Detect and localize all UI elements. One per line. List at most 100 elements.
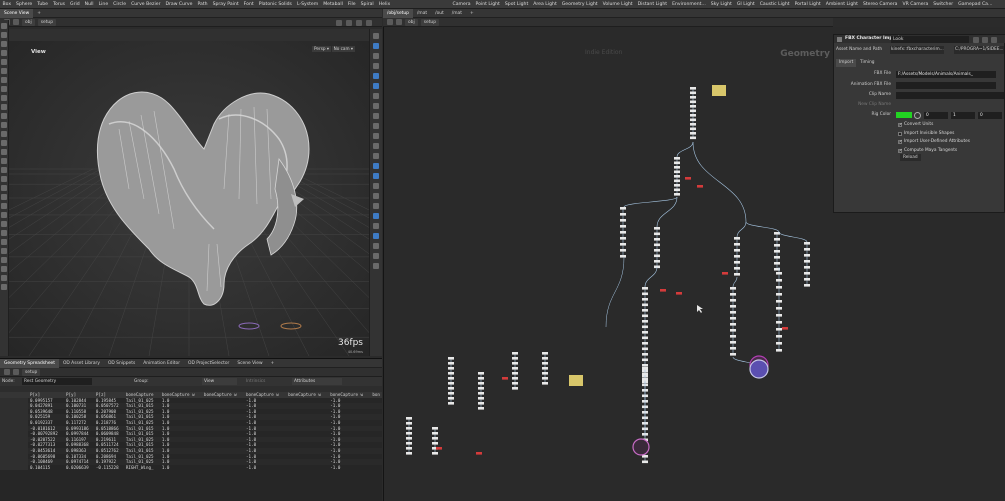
display-option-icon[interactable] (373, 43, 379, 49)
network-node[interactable] (776, 279, 782, 282)
display-option-icon[interactable] (373, 183, 379, 189)
network-node[interactable] (406, 432, 412, 435)
network-node[interactable] (674, 157, 680, 160)
network-node[interactable] (620, 213, 626, 216)
shelf-light-tool-9[interactable]: GI Light (734, 0, 757, 9)
network-node[interactable] (642, 460, 648, 464)
viewport-tool-icon[interactable] (1, 185, 7, 191)
network-node[interactable] (674, 170, 680, 174)
shelf-tool-16[interactable]: File (345, 0, 358, 9)
network-tab-0[interactable]: /obj/setup (383, 8, 413, 18)
option-checkbox[interactable] (898, 121, 903, 129)
network-node[interactable] (804, 278, 810, 281)
option-checkbox[interactable] (898, 147, 903, 155)
network-node[interactable] (432, 432, 438, 435)
node-name-field[interactable]: Look (891, 35, 969, 43)
option-checkbox[interactable] (898, 138, 903, 146)
network-node[interactable] (804, 248, 810, 251)
network-node[interactable] (776, 293, 782, 296)
network-node[interactable] (620, 237, 626, 240)
spreadsheet-tab-4[interactable]: OD ProjectSelector (184, 359, 233, 368)
link-icon[interactable] (346, 19, 352, 26)
tab-timing[interactable]: Timing (857, 59, 878, 67)
network-node[interactable] (642, 364, 648, 367)
viewport-tool-icon[interactable] (1, 59, 7, 65)
viewport-tool-icon[interactable] (1, 230, 7, 236)
attributes-dropdown[interactable]: Attributes (292, 378, 342, 385)
network-node[interactable] (774, 244, 780, 247)
asset-name-field[interactable]: kinefx::fbxcharacterim... (890, 46, 944, 54)
shelf-tool-2[interactable]: Tube (35, 0, 51, 9)
network-node[interactable] (730, 353, 736, 356)
network-node[interactable] (542, 352, 548, 355)
network-node[interactable] (654, 260, 660, 263)
network-node[interactable] (804, 266, 810, 269)
viewport-tool-icon[interactable] (1, 284, 7, 290)
fbx-file-field[interactable]: F:/Assets/Models/Animals/Animals_ (896, 70, 996, 78)
viewport-tool-icon[interactable] (1, 104, 7, 110)
network-node[interactable] (690, 87, 696, 90)
network-node[interactable] (620, 207, 626, 210)
network-tab-1[interactable]: /mat (413, 9, 431, 18)
shelf-tool-13[interactable]: Platonic Solids (256, 0, 294, 9)
display-option-icon[interactable] (373, 263, 379, 269)
shelf-light-tool-4[interactable]: Geometry Light (559, 0, 600, 9)
path-node-chip[interactable]: setup (37, 18, 56, 26)
network-node[interactable] (804, 242, 810, 245)
shelf-tool-17[interactable]: Spiral (358, 0, 376, 9)
network-node[interactable] (620, 231, 626, 234)
sticky-note[interactable] (712, 85, 726, 96)
network-node[interactable] (782, 327, 788, 330)
view-dropdown[interactable]: View (202, 378, 237, 385)
shelf-light-tool-16[interactable]: Gamepad Ca... (956, 0, 995, 9)
network-node[interactable] (734, 261, 740, 264)
forward-arrow-icon[interactable] (13, 19, 19, 25)
network-node[interactable] (406, 417, 412, 420)
spreadsheet-tab-1[interactable]: OD Asset Library (59, 359, 104, 368)
network-node[interactable] (478, 407, 484, 410)
network-node[interactable] (642, 372, 648, 376)
network-node[interactable] (730, 293, 736, 296)
network-node[interactable] (448, 357, 454, 360)
shelf-light-tool-6[interactable]: Distant Light (635, 0, 669, 9)
network-node[interactable] (642, 358, 648, 362)
camera-dropdown[interactable]: No cam ▾ (331, 46, 355, 52)
display-option-icon[interactable] (373, 33, 379, 39)
network-node[interactable] (776, 286, 782, 289)
network-node[interactable] (804, 284, 810, 287)
network-node[interactable] (542, 377, 548, 380)
spreadsheet-tab-3[interactable]: Animation Editor (139, 359, 184, 368)
viewport-tool-icon[interactable] (1, 140, 7, 146)
network-node[interactable] (512, 387, 518, 390)
shelf-tool-9[interactable]: Draw Curve (163, 0, 195, 9)
output-node-indicator[interactable] (749, 359, 769, 379)
network-node[interactable] (734, 255, 740, 258)
network-node[interactable] (512, 382, 518, 385)
network-node[interactable] (674, 175, 680, 178)
spreadsheet-tab-2[interactable]: OD Snippets (104, 359, 139, 368)
network-node[interactable] (542, 357, 548, 360)
viewport-tool-icon[interactable] (1, 122, 7, 128)
viewport-tool-icon[interactable] (1, 194, 7, 200)
network-node[interactable] (432, 437, 438, 440)
network-node[interactable] (406, 442, 412, 445)
network-node[interactable] (730, 323, 736, 326)
network-node[interactable] (654, 232, 660, 236)
node-selector[interactable]: Rest Geometry (22, 378, 92, 385)
display-option-icon[interactable] (373, 213, 379, 219)
network-node[interactable] (432, 442, 438, 445)
network-node[interactable] (690, 127, 696, 131)
display-option-icon[interactable] (373, 63, 379, 69)
back-arrow-icon[interactable] (4, 369, 10, 375)
network-node[interactable] (776, 328, 782, 331)
network-node[interactable] (730, 317, 736, 320)
network-node[interactable] (734, 249, 740, 252)
path-obj-chip[interactable]: obj (22, 18, 35, 26)
viewport-tool-icon[interactable] (1, 239, 7, 245)
network-node[interactable] (674, 184, 680, 187)
network-node[interactable] (774, 262, 780, 265)
network-node[interactable] (734, 267, 740, 270)
network-node[interactable] (654, 238, 660, 241)
network-node[interactable] (478, 377, 484, 380)
network-node[interactable] (730, 335, 736, 338)
